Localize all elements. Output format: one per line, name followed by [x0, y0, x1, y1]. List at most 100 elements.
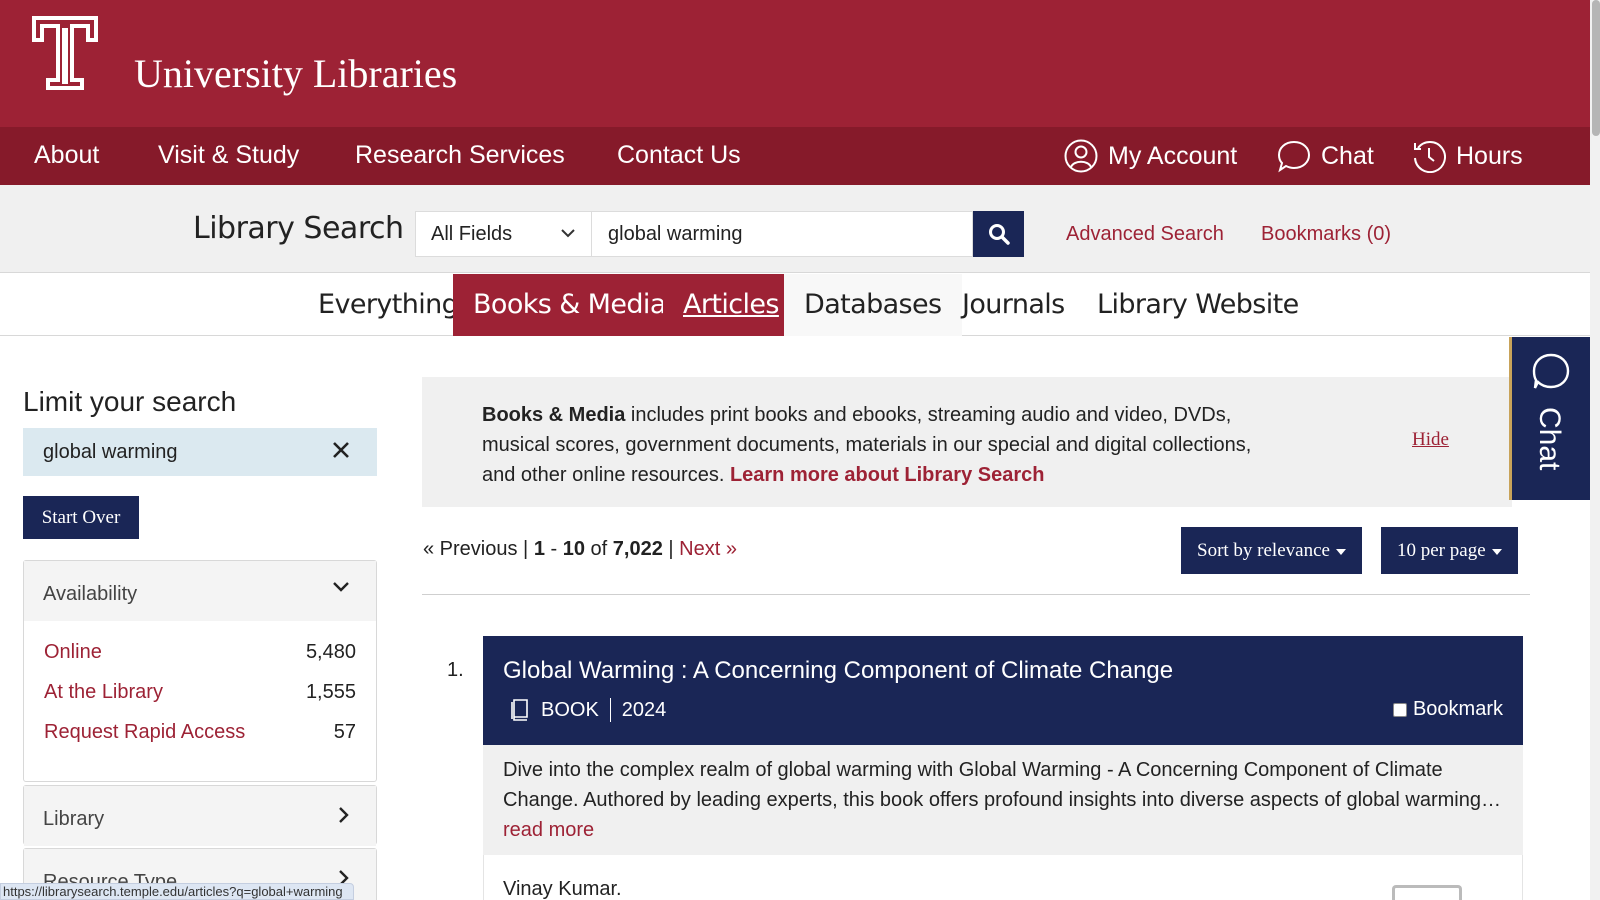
hours-link[interactable]: Hours: [1412, 137, 1523, 175]
advanced-search-link[interactable]: Advanced Search: [1066, 223, 1224, 246]
clock-icon: [1414, 141, 1446, 173]
caret-down-icon: [1335, 548, 1346, 555]
pager-total: 7,022: [612, 538, 663, 560]
facet-at-library-link[interactable]: At the Library: [44, 681, 163, 703]
search-field-select[interactable]: All Fields: [415, 211, 591, 257]
tab-databases[interactable]: Databases: [784, 274, 962, 336]
temple-t-logo[interactable]: [32, 16, 98, 90]
chat-bubble-icon: [1277, 140, 1311, 173]
next-link[interactable]: Next »: [679, 538, 737, 560]
facet-row-online: Online 5,480: [24, 630, 376, 670]
per-page-dropdown[interactable]: 10 per page: [1381, 527, 1518, 574]
chevron-right-icon: [339, 807, 349, 823]
result-details-frame: [483, 855, 1523, 900]
facet-rapid-access-link[interactable]: Request Rapid Access: [44, 721, 245, 743]
facet-online-count: 5,480: [305, 641, 356, 663]
scope-info-box: Books & Media includes print books and e…: [422, 377, 1512, 507]
facet-availability-list: Online 5,480 At the Library 1,555 Reques…: [24, 621, 376, 750]
constraint-value: global warming: [43, 441, 178, 463]
book-cover-placeholder-icon: [1392, 885, 1462, 900]
facet-library-label: Library: [43, 808, 105, 830]
pagination: « Previous | 1 - 10 of 7,022 | Next »: [423, 538, 737, 561]
chat-bubble-icon: [1532, 353, 1570, 389]
nav-visit-study[interactable]: Visit & Study: [158, 141, 299, 170]
result-number: 1.: [447, 659, 464, 681]
learn-more-link[interactable]: Learn more about Library Search: [730, 464, 1045, 486]
sort-label: Sort by relevance: [1197, 540, 1330, 561]
caret-down-icon: [1491, 548, 1502, 555]
chat-link[interactable]: Chat: [1277, 137, 1374, 175]
status-bar-url: https://librarysearch.temple.edu/article…: [0, 883, 354, 900]
result-title-link[interactable]: Global Warming : A Concerning Component …: [503, 657, 1173, 685]
search-icon: [988, 224, 1010, 245]
chevron-down-icon: [561, 229, 575, 238]
pager-start: 1: [533, 538, 545, 560]
bookmark-label: Bookmark: [1412, 698, 1503, 720]
library-search-heading: Library Search: [193, 211, 404, 246]
pager-sep: |: [662, 538, 680, 560]
limit-search-heading: Limit your search: [23, 386, 237, 417]
pager-sep: |: [517, 538, 534, 560]
scope-info-bold: Books & Media: [482, 404, 626, 426]
search-input[interactable]: global warming: [591, 211, 973, 257]
user-circle-icon: [1064, 139, 1098, 173]
facet-availability-label: Availability: [43, 583, 138, 605]
search-button[interactable]: [973, 211, 1024, 257]
result-author: Vinay Kumar.: [503, 878, 622, 900]
tab-articles[interactable]: Articles: [663, 274, 784, 336]
facet-availability-header[interactable]: Availability: [24, 561, 376, 621]
hours-label: Hours: [1456, 141, 1523, 170]
result-meta: BOOK 2024: [511, 698, 666, 722]
chevron-down-icon: [333, 582, 349, 592]
hide-info-link[interactable]: Hide: [1412, 429, 1449, 451]
facet-row-at-library: At the Library 1,555: [24, 670, 376, 710]
tab-journals[interactable]: Journals: [942, 274, 1085, 336]
bookmark-toggle[interactable]: Bookmark: [1392, 698, 1503, 721]
facet-rapid-access-count: 57: [333, 721, 356, 743]
nav-research-services[interactable]: Research Services: [355, 141, 565, 170]
facet-row-rapid-access: Request Rapid Access 57: [24, 710, 376, 750]
my-account-link[interactable]: My Account: [1064, 137, 1237, 175]
pager-end: 10: [562, 538, 585, 560]
result-format: BOOK: [541, 698, 599, 721]
book-icon: [511, 699, 528, 721]
start-over-button[interactable]: Start Over: [23, 496, 139, 539]
my-account-label: My Account: [1108, 141, 1238, 170]
scope-info-text: Books & Media includes print books and e…: [482, 400, 1272, 490]
pager-of: of: [584, 538, 613, 560]
facet-library: Library: [23, 785, 377, 846]
search-scope-tabs: Everything Books & Media Articles Databa…: [0, 274, 1590, 336]
main-nav: About Visit & Study Research Services Co…: [0, 127, 1590, 185]
page-scrollbar[interactable]: [1590, 0, 1600, 900]
search-bar: Library Search All Fields global warming…: [0, 185, 1590, 273]
tab-everything[interactable]: Everything: [298, 274, 478, 336]
nav-contact-us[interactable]: Contact Us: [617, 141, 741, 170]
read-more-link[interactable]: read more: [503, 815, 1503, 845]
per-page-label: 10 per page: [1397, 540, 1486, 561]
bookmarks-link[interactable]: Bookmarks (0): [1261, 223, 1391, 246]
site-header: University Libraries: [0, 0, 1590, 127]
sort-dropdown[interactable]: Sort by relevance: [1181, 527, 1362, 574]
result-year: 2024: [621, 698, 667, 721]
result-snippet: Dive into the complex realm of global wa…: [503, 759, 1501, 811]
nav-about[interactable]: About: [34, 141, 99, 170]
facet-online-link[interactable]: Online: [44, 641, 102, 663]
bookmark-checkbox[interactable]: [1392, 702, 1407, 717]
chat-widget-tab[interactable]: Chat: [1509, 337, 1590, 500]
tab-library-website[interactable]: Library Website: [1077, 274, 1319, 336]
divider: [422, 594, 1530, 595]
pager-dash: -: [544, 538, 563, 560]
facet-availability: Availability Online 5,480 At the Library…: [23, 560, 377, 782]
scrollbar-thumb[interactable]: [1592, 0, 1600, 136]
chat-label: Chat: [1321, 141, 1374, 170]
facet-library-header[interactable]: Library: [24, 786, 376, 846]
tab-books-media[interactable]: Books & Media: [453, 274, 666, 336]
chat-widget-label: Chat: [1533, 407, 1566, 471]
meta-separator: [609, 698, 611, 722]
close-icon[interactable]: [331, 440, 351, 460]
result-header: Global Warming : A Concerning Component …: [483, 636, 1523, 745]
previous-link: « Previous: [423, 538, 518, 560]
active-constraint: global warming: [23, 428, 377, 476]
result-snippet-box: Dive into the complex realm of global wa…: [483, 745, 1523, 855]
site-title[interactable]: University Libraries: [134, 50, 457, 97]
